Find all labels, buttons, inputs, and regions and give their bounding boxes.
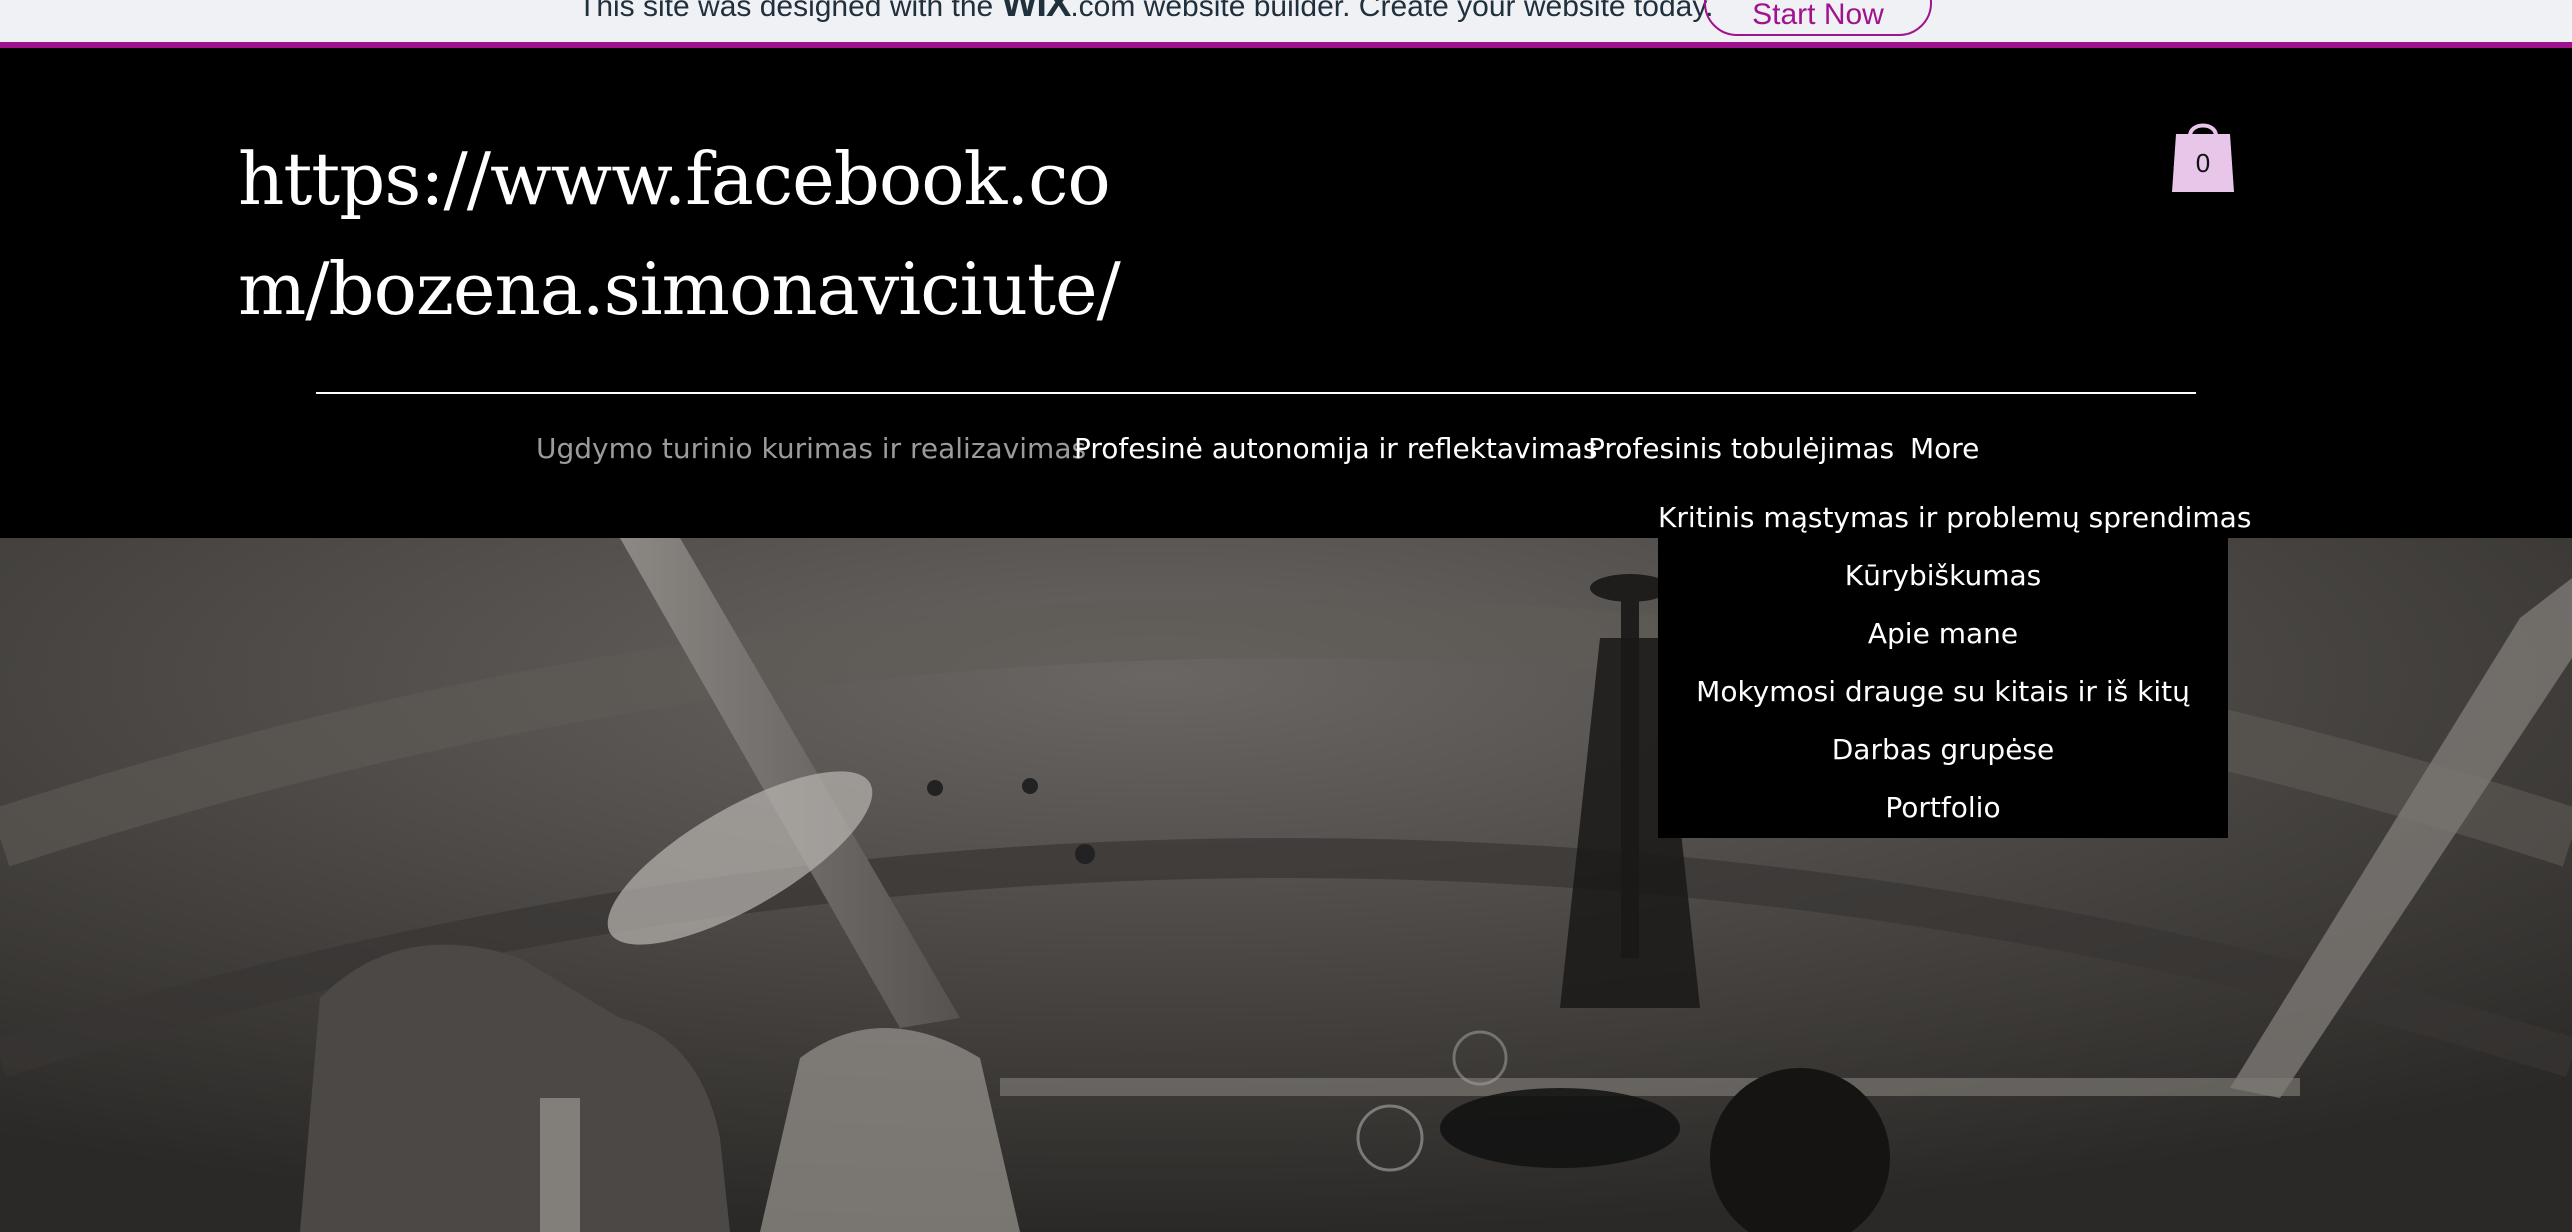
dropdown-item-mokymosi-drauge[interactable]: Mokymosi drauge su kitais ir iš kitų (1658, 670, 2228, 714)
dropdown-item-kritinis-mastymas[interactable]: Kritinis mąstymas ir problemų sprendimas (1658, 496, 2251, 540)
dropdown-item-kurybiskumas[interactable]: Kūrybiškumas (1658, 554, 2228, 598)
promo-text-after: .com website builder. Create your websit… (1070, 0, 1714, 23)
site-title[interactable]: https://www.facebook.com/bozena.simonavi… (238, 124, 1178, 344)
dropdown-item-apie-mane[interactable]: Apie mane (1658, 612, 2228, 656)
site-header: https://www.facebook.com/bozena.simonavi… (0, 54, 2572, 538)
start-now-button[interactable]: Start Now (1704, 0, 1932, 36)
promo-text: This site was designed with the WIX.com … (578, 0, 1713, 26)
wix-logo: WIX (1001, 0, 1072, 25)
main-nav: Ugdymo turinio kurimas ir realizavimas P… (0, 424, 2572, 474)
cart-button[interactable]: 0 (2170, 110, 2236, 194)
dropdown-item-darbas-grupese[interactable]: Darbas grupėse (1658, 728, 2228, 772)
nav-item-more[interactable]: More (1910, 424, 1979, 474)
nav-item-profesine-autonomija[interactable]: Profesinė autonomija ir reflektavimas (1074, 424, 1597, 474)
promo-text-before: This site was designed with the (578, 0, 1002, 23)
wix-promo-banner: This site was designed with the WIX.com … (0, 0, 2572, 48)
dropdown-item-portfolio[interactable]: Portfolio (1658, 786, 2228, 830)
header-divider (316, 392, 2196, 394)
nav-item-ugdymo-turinio[interactable]: Ugdymo turinio kurimas ir realizavimas (536, 424, 1086, 474)
cart-count: 0 (2195, 148, 2211, 178)
nav-item-profesinis-tobulejimas[interactable]: Profesinis tobulėjimas (1588, 424, 1894, 474)
more-dropdown-menu: Kritinis mąstymas ir problemų sprendimas… (1658, 484, 2251, 838)
